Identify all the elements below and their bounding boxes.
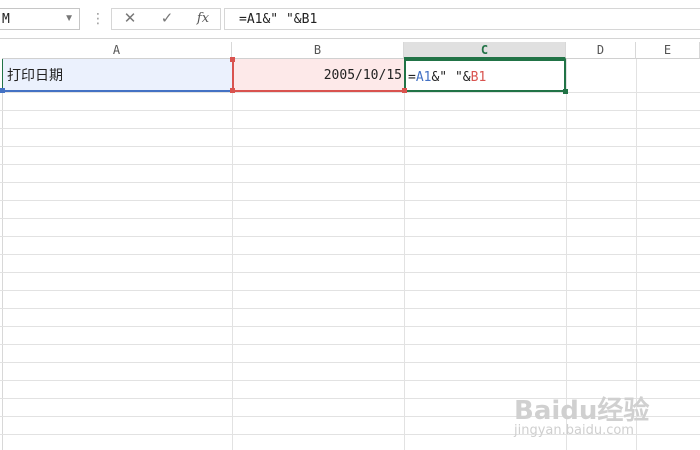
grid-line [0,200,700,201]
formula-ref-a1: A1 [415,70,432,85]
formula-controls: ✕ ✓ fx [111,8,221,30]
watermark: Baidu经验 jingyan.baidu.com [514,390,684,440]
grid-line [0,164,700,165]
chevron-down-icon[interactable]: ▼ [64,13,74,24]
cell-a1[interactable]: 打印日期 [2,59,232,92]
fill-handle[interactable] [563,89,568,94]
grid-line [0,362,700,363]
grid-line [0,236,700,237]
insert-function-button[interactable]: fx [188,10,218,28]
grid-line [0,218,700,219]
name-box[interactable]: M ▼ [0,8,80,30]
column-header-e[interactable]: E [636,42,700,59]
formula-bar: M ▼ ⋮ ✕ ✓ fx =A1&" "&B1 [0,0,700,39]
spreadsheet-grid: A B C D E 打印日期 2005/10/15 =A1&" "&B1 [0,42,700,450]
formula-ref-b1: B1 [470,70,487,85]
grid-line [0,326,700,327]
formula-text: =A1&" "&B1 [239,12,318,27]
grid-line [0,380,700,381]
more-options-icon[interactable]: ⋮ [91,10,105,27]
formula-input[interactable]: =A1&" "&B1 [224,8,700,30]
grid-line [0,110,700,111]
grid-line [0,128,700,129]
watermark-url: jingyan.baidu.com [514,423,634,438]
grid-line [0,272,700,273]
column-header-d[interactable]: D [566,42,636,59]
column-header-c[interactable]: C [404,42,566,59]
range-handle[interactable] [0,88,5,93]
grid-line [0,182,700,183]
range-handle[interactable] [230,88,235,93]
grid-line [0,290,700,291]
enter-icon[interactable]: ✓ [152,10,182,28]
column-header-b[interactable]: B [232,42,404,59]
grid-line [0,146,700,147]
grid-line [0,344,700,345]
grid-line [0,92,700,93]
cell-c1-editing[interactable]: =A1&" "&B1 [404,59,566,92]
formula-equals: = [408,70,416,85]
column-header-a[interactable]: A [2,42,232,59]
range-handle[interactable] [230,57,235,62]
cancel-icon[interactable]: ✕ [115,10,145,28]
range-handle[interactable] [402,88,407,93]
name-box-value: M [2,12,10,27]
grid-line [0,308,700,309]
cell-b1[interactable]: 2005/10/15 [232,59,404,92]
grid-line [0,254,700,255]
watermark-logo: Baidu经验 [514,396,650,426]
formula-concat: &" "& [431,70,471,85]
